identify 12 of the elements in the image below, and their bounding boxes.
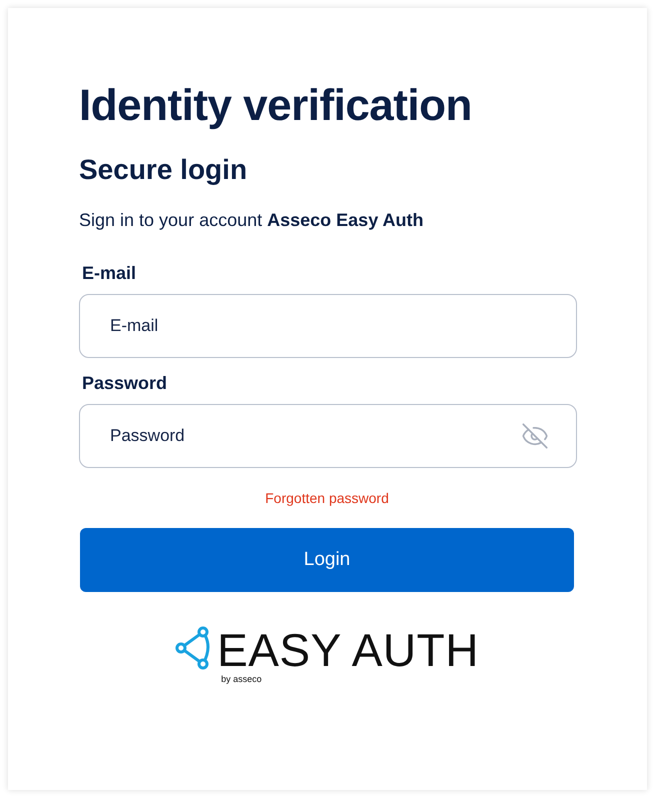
intro-text: Sign in to your account Asseco Easy Auth xyxy=(79,209,425,232)
login-button[interactable]: Login xyxy=(80,528,574,592)
logo-name: EASY AUTH xyxy=(217,626,479,674)
logo-byline: by asseco xyxy=(221,674,263,684)
field-label: Password xyxy=(82,372,168,394)
email-field[interactable]: E-mail xyxy=(79,294,577,358)
eye-off-icon[interactable] xyxy=(521,422,549,450)
field-label: E-mail xyxy=(82,262,136,284)
forgot-password-link[interactable]: Forgotten password xyxy=(265,490,389,506)
section-title: Secure login xyxy=(79,153,248,187)
page-title: Identity verification xyxy=(79,80,473,132)
password-field[interactable]: Password xyxy=(79,404,577,468)
